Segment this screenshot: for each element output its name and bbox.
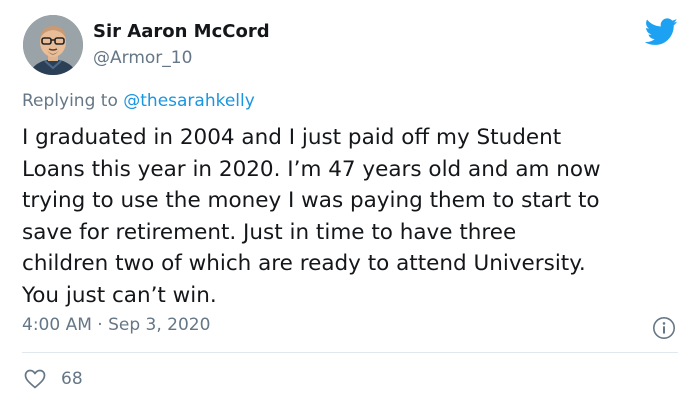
replying-to-label: Replying to (22, 91, 118, 111)
replying-to-line: Replying to @thesarahkelly (22, 91, 255, 111)
avatar-image (23, 15, 83, 75)
tweet-text: I graduated in 2004 and I just paid off … (22, 125, 601, 308)
author-display-name[interactable]: Sir Aaron McCord (93, 21, 270, 42)
heart-icon[interactable] (23, 367, 47, 391)
avatar[interactable] (23, 15, 83, 75)
divider (22, 352, 678, 353)
like-action[interactable]: 68 (23, 367, 83, 391)
tweet-time: 4:00 AM (22, 315, 92, 335)
info-icon[interactable] (652, 316, 676, 340)
tweet-timestamp[interactable]: 4:00 AM · Sep 3, 2020 (22, 315, 210, 335)
author-handle[interactable]: @Armor_10 (93, 48, 192, 68)
twitter-bird-icon[interactable] (645, 18, 678, 46)
timestamp-separator: · (97, 315, 103, 335)
tweet-date: Sep 3, 2020 (108, 315, 211, 335)
like-count: 68 (61, 369, 83, 389)
reply-mention-link[interactable]: @thesarahkelly (123, 91, 255, 111)
